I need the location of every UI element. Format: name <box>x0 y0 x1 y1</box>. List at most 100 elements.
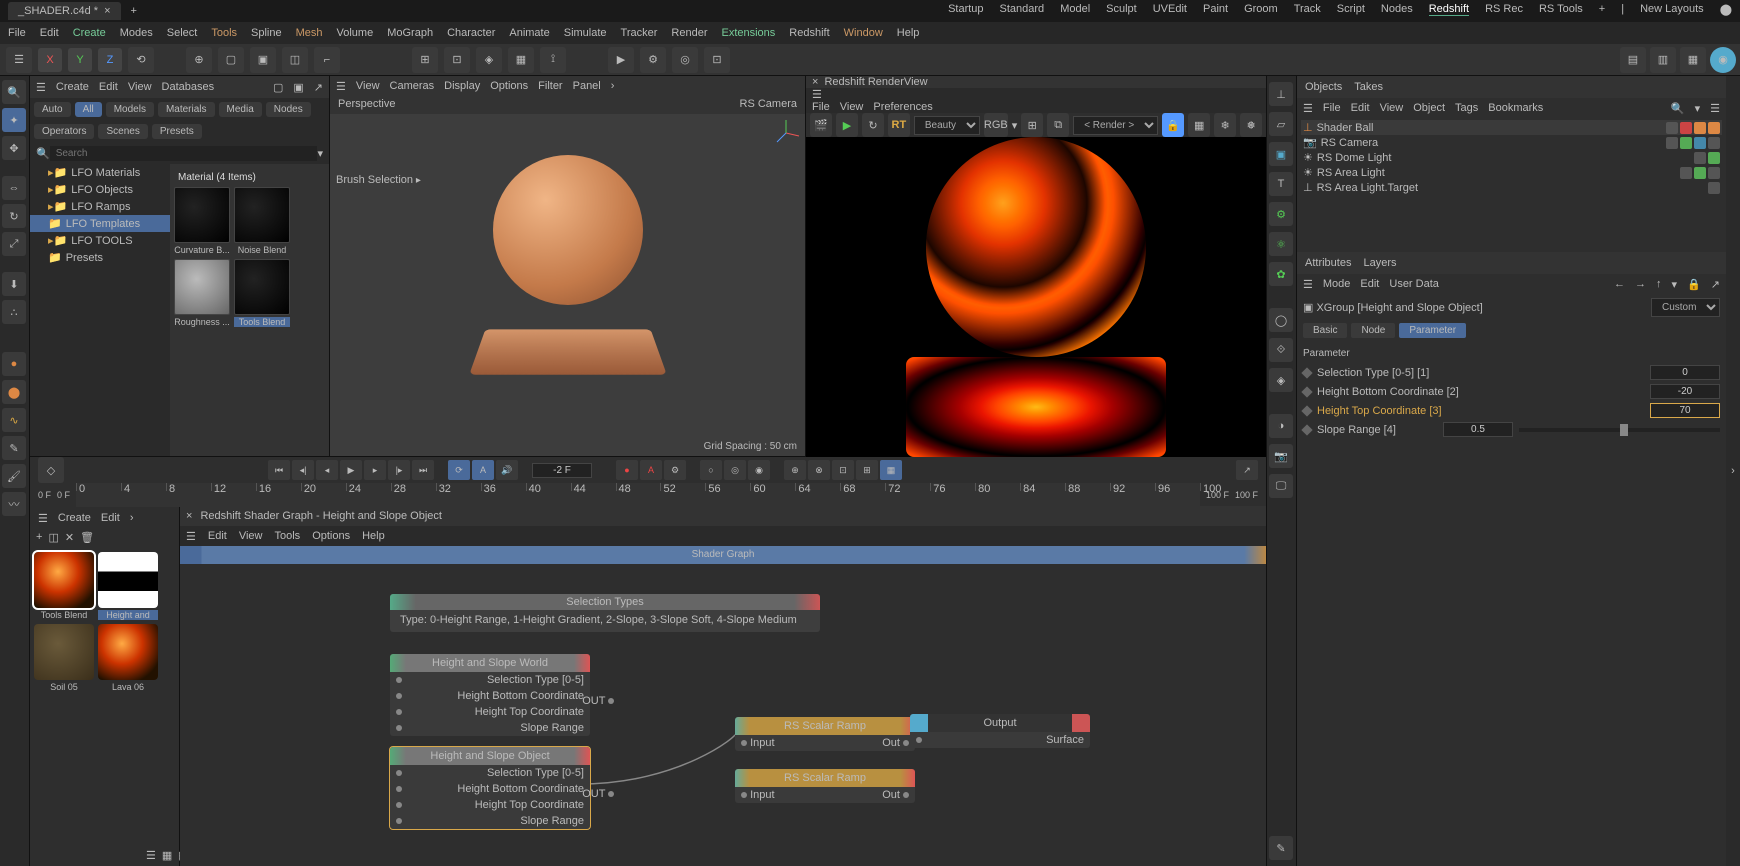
menu-mograph[interactable]: MoGraph <box>387 27 433 39</box>
obj-menu-edit[interactable]: Edit <box>1351 102 1370 114</box>
attr-hamburger-icon[interactable]: ☰ <box>1303 278 1313 291</box>
attr-fwd-icon[interactable]: → <box>1635 278 1646 290</box>
obj-menu-object[interactable]: Object <box>1413 102 1445 114</box>
attr-back-icon[interactable]: ← <box>1614 278 1625 290</box>
menu-extensions[interactable]: Extensions <box>721 27 775 39</box>
cube-icon[interactable]: ▢ <box>218 47 244 73</box>
key-diamond-icon[interactable] <box>1301 367 1312 378</box>
rv-lock-icon[interactable]: 🔒 <box>1162 113 1184 137</box>
layout-nodes[interactable]: Nodes <box>1381 3 1413 16</box>
tag-icon[interactable] <box>1694 137 1706 149</box>
vp-menu-cameras[interactable]: Cameras <box>390 80 435 92</box>
vp-canvas[interactable]: Brush Selection ▸ Grid Spacing : 50 cm <box>330 114 805 456</box>
rv-menu-prefs[interactable]: Preferences <box>873 101 932 113</box>
rs-camera-icon[interactable]: 📷 <box>1269 444 1293 468</box>
tag-mat3-icon[interactable] <box>1708 122 1720 134</box>
sg-menu-edit[interactable]: Edit <box>208 530 227 542</box>
matmgr-x-icon[interactable]: ✕ <box>65 531 74 544</box>
rs-link-icon[interactable]: ⟐ <box>1269 338 1293 362</box>
node-scalar-ramp-2[interactable]: RS Scalar Ramp InputOut <box>735 769 915 803</box>
port-out-icon[interactable] <box>903 740 909 746</box>
rs-moon-icon[interactable]: ◑ <box>1269 414 1293 438</box>
vp-menu-panel[interactable]: Panel <box>573 80 601 92</box>
port-in-icon[interactable] <box>396 725 402 731</box>
node-output[interactable]: Output Surface <box>910 714 1090 748</box>
tl-frame-input[interactable] <box>532 463 592 478</box>
menu-spline[interactable]: Spline <box>251 27 282 39</box>
view-grid-icon[interactable]: ▦ <box>162 849 172 862</box>
filter-media[interactable]: Media <box>219 102 262 117</box>
axis-z-button[interactable]: Z <box>98 48 122 72</box>
axis-x-button[interactable]: X <box>38 48 62 72</box>
sg-canvas[interactable]: Selection Types Type: 0-Height Range, 1-… <box>180 564 1266 866</box>
tl-m5-icon[interactable]: ▦ <box>880 460 902 480</box>
vp-chevron-icon[interactable]: › <box>611 80 615 92</box>
view-list-icon[interactable]: ☰ <box>146 849 156 862</box>
mat-heightand[interactable]: Height and <box>98 552 158 620</box>
tree-lfo-tools[interactable]: ▸📁LFO TOOLS <box>30 232 170 249</box>
add-tab-icon[interactable]: + <box>131 5 137 17</box>
mat-tools[interactable]: Tools Blend <box>234 259 290 327</box>
attr-up-icon[interactable]: ↑ <box>1656 278 1662 290</box>
tl-prevkey-icon[interactable]: ◂| <box>292 460 314 480</box>
scale-icon[interactable]: ⤢ <box>2 232 26 256</box>
subtab-parameter[interactable]: Parameter <box>1399 323 1466 338</box>
layout-sculpt[interactable]: Sculpt <box>1106 3 1137 16</box>
vis-toggle-icon[interactable] <box>1666 137 1678 149</box>
layout-uvedit[interactable]: UVEdit <box>1153 3 1187 16</box>
obj-shader-ball[interactable]: ⊥Shader Ball <box>1301 120 1722 135</box>
asset-menu-edit[interactable]: Edit <box>99 81 118 93</box>
check-icon[interactable] <box>1708 152 1720 164</box>
pen-icon[interactable]: ✎ <box>2 436 26 460</box>
snap2-icon[interactable]: ⊡ <box>444 47 470 73</box>
obj-filter2-icon[interactable]: ☰ <box>1710 102 1720 115</box>
mat-curvature[interactable]: Curvature B... <box>174 187 230 255</box>
tag-mat2-icon[interactable] <box>1694 122 1706 134</box>
rv-close-icon[interactable]: × <box>812 76 818 88</box>
port-in-icon[interactable] <box>396 802 402 808</box>
timeline-ruler[interactable]: 0481216202428323640444852566064687276808… <box>76 483 1200 507</box>
asset-toggle1-icon[interactable]: ▢ <box>273 81 283 94</box>
port-in-icon[interactable] <box>396 677 402 683</box>
ops-scenes[interactable]: Scenes <box>98 124 147 139</box>
translate-icon[interactable]: ⇔ <box>2 176 26 200</box>
obj-menu-tags[interactable]: Tags <box>1455 102 1478 114</box>
param-selection-type-input[interactable] <box>1650 365 1720 380</box>
picture-viewer-icon[interactable]: ⊡ <box>704 47 730 73</box>
rv-crop-icon[interactable]: ⧉ <box>1047 113 1069 137</box>
obj-filter1-icon[interactable]: ▾ <box>1695 102 1701 115</box>
tl-prev-icon[interactable]: ◂ <box>316 460 338 480</box>
tl-m1-icon[interactable]: ⊕ <box>784 460 806 480</box>
param-height-top-input[interactable] <box>1650 403 1720 418</box>
filter-models[interactable]: Models <box>106 102 154 117</box>
collapse-chevron-icon[interactable]: › <box>1726 76 1740 866</box>
rs-cube-icon[interactable]: ▣ <box>1269 142 1293 166</box>
layout-standard[interactable]: Standard <box>1000 3 1045 16</box>
node-object-out[interactable]: OUT <box>582 788 614 800</box>
vis-toggle-icon[interactable] <box>1666 122 1678 134</box>
layout-rstools[interactable]: RS Tools <box>1539 3 1583 16</box>
asset-menu-create[interactable]: Create <box>56 81 89 93</box>
mat-lava06[interactable]: Lava 06 <box>98 624 158 692</box>
tree-lfo-ramps[interactable]: ▸📁LFO Ramps <box>30 198 170 215</box>
asset-popout-icon[interactable]: ↗ <box>314 81 323 94</box>
move-tool-icon[interactable]: ✥ <box>2 136 26 160</box>
tab-attributes[interactable]: Attributes <box>1305 257 1351 269</box>
rs-axis-icon[interactable]: ⊥ <box>1269 82 1293 106</box>
render-region-icon[interactable]: ◎ <box>672 47 698 73</box>
obj-search-icon[interactable]: 🔍 <box>1671 102 1685 115</box>
asset-toggle2-icon[interactable]: ▣ <box>293 81 303 94</box>
viewport[interactable]: ☰ View Cameras Display Options Filter Pa… <box>330 76 806 456</box>
layout-toggle-icon[interactable]: ⬤ <box>1720 3 1732 16</box>
sg-tab-close-icon[interactable]: × <box>186 510 192 522</box>
rs-cog-icon[interactable]: ✿ <box>1269 262 1293 286</box>
rs-diamond-icon[interactable]: ◈ <box>1269 368 1293 392</box>
sg-menu-help[interactable]: Help <box>362 530 385 542</box>
tl-nextkey-icon[interactable]: |▸ <box>388 460 410 480</box>
param-height-bottom-input[interactable] <box>1650 384 1720 399</box>
layout-redshift[interactable]: Redshift <box>1429 3 1469 16</box>
asset-menu-view[interactable]: View <box>128 81 152 93</box>
place-icon[interactable]: ⬇ <box>2 272 26 296</box>
vis-toggle-icon[interactable] <box>1708 182 1720 194</box>
obj-rs-dome[interactable]: ☀RS Dome Light <box>1301 150 1722 165</box>
